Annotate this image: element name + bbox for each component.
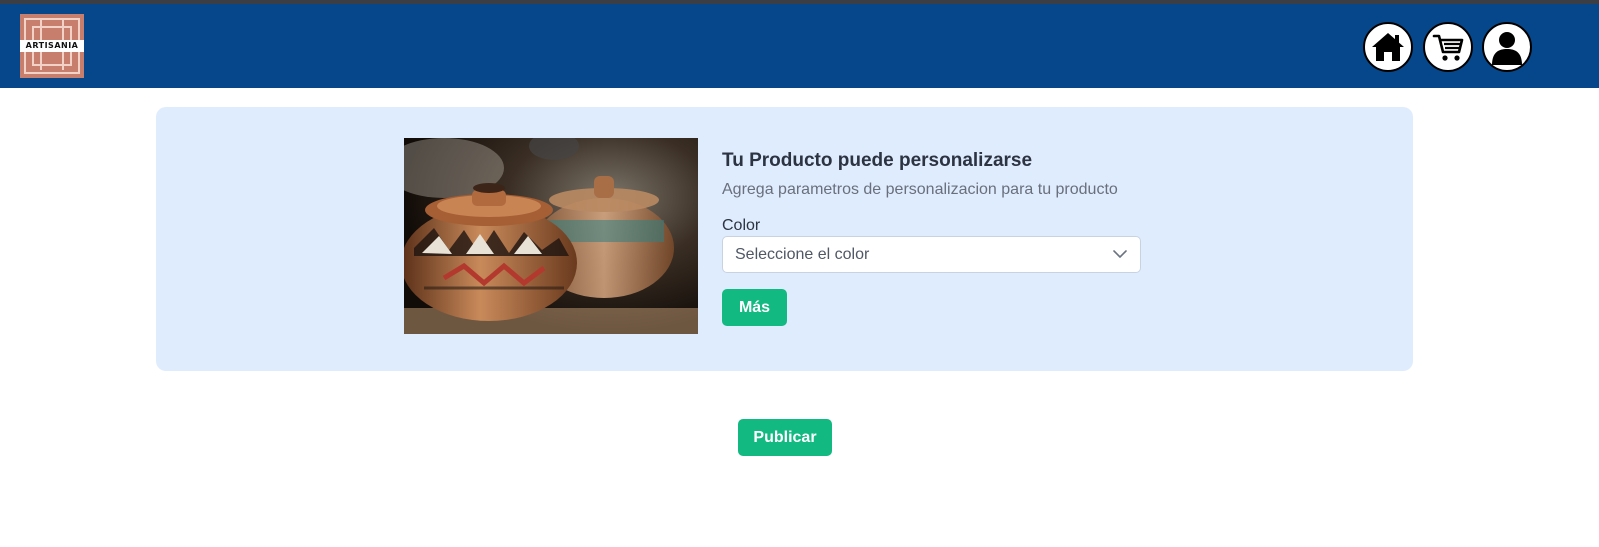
home-button[interactable]	[1363, 22, 1413, 72]
user-button[interactable]	[1482, 22, 1532, 72]
logo-text: ARTISANIA	[20, 40, 84, 52]
product-photo	[404, 138, 698, 334]
pottery-photo-illustration	[404, 138, 698, 334]
home-icon	[1372, 33, 1404, 61]
color-select[interactable]: Seleccione el color	[722, 236, 1141, 273]
user-icon	[1492, 32, 1522, 65]
artisania-logo[interactable]: ARTISANIA	[20, 14, 84, 78]
chevron-down-icon	[1113, 250, 1127, 258]
customization-subtitle: Agrega parametros de personalizacion par…	[722, 181, 1118, 198]
publish-button[interactable]: Publicar	[738, 419, 832, 456]
cart-button[interactable]	[1423, 22, 1473, 72]
top-navbar: ARTISANIA	[0, 4, 1599, 88]
customization-info: Tu Producto puede personalizarse Agrega …	[722, 147, 1142, 273]
cart-icon	[1432, 34, 1464, 61]
customization-title: Tu Producto puede personalizarse	[722, 150, 1033, 171]
customization-card: Tu Producto puede personalizarse Agrega …	[156, 107, 1413, 371]
color-select-value: Seleccione el color	[735, 246, 870, 263]
more-button[interactable]: Más	[722, 289, 787, 326]
color-field-label: Color	[722, 217, 761, 234]
